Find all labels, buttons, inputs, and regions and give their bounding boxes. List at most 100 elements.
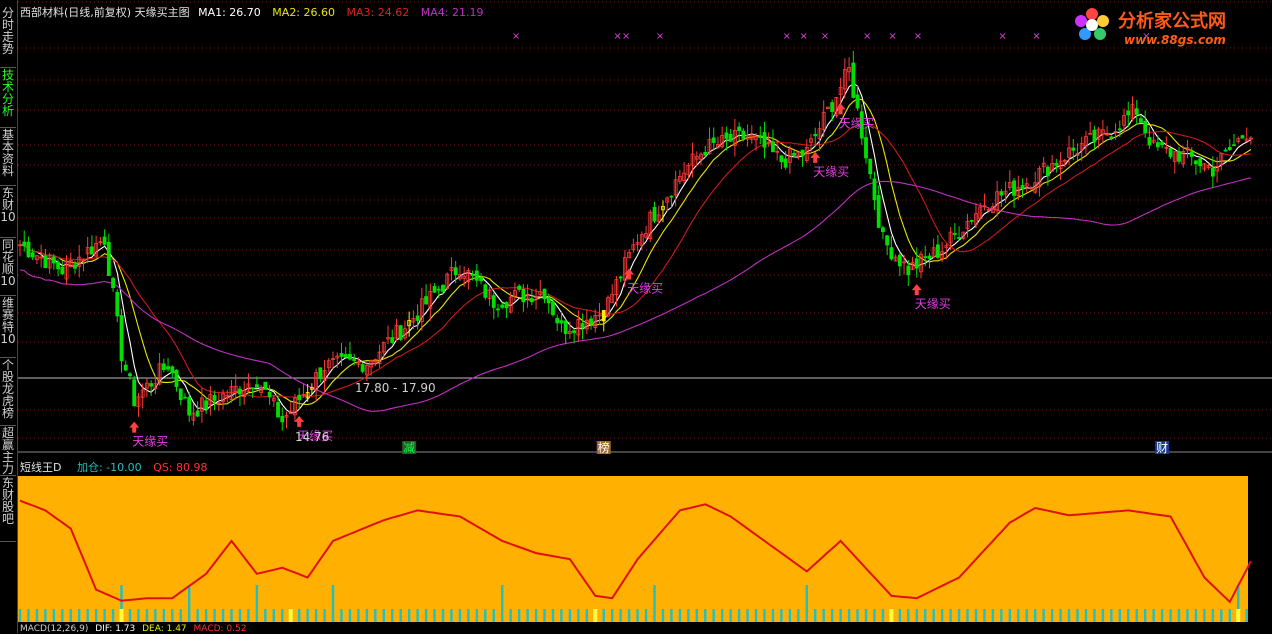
candle-body (555, 318, 560, 324)
side-tab[interactable]: 同花顺10 (0, 238, 16, 296)
oscillator-tick (1127, 609, 1130, 622)
oscillator-tick (526, 609, 529, 622)
oscillator-tick (204, 609, 208, 622)
candle-body (479, 277, 483, 282)
oscillator-tick (534, 609, 538, 622)
event-badge-label: 榜 (598, 440, 610, 455)
oscillator-tick (357, 609, 360, 622)
signal-x-mark: × (800, 31, 808, 42)
oscillator-tick (433, 609, 436, 622)
logo-name: 分析家公式网 (1118, 10, 1226, 32)
oscillator-tick (1220, 609, 1223, 622)
candle-body (813, 134, 818, 137)
candle-body (923, 256, 928, 259)
oscillator-tick (636, 609, 639, 622)
candle-body (491, 295, 496, 308)
candle-body (106, 242, 111, 276)
oscillator-tick (577, 609, 580, 622)
candle-body (957, 237, 961, 239)
oscillator-tick (1084, 609, 1088, 622)
side-tab[interactable]: 超赢主力 (0, 426, 16, 476)
side-tab[interactable]: 东财股吧 (0, 476, 16, 542)
candle-body (170, 366, 175, 374)
oscillator-tick (517, 609, 521, 622)
candle-body (1240, 135, 1245, 139)
candle-body (1054, 163, 1059, 166)
oscillator-tick (61, 609, 64, 622)
oscillator-tick (238, 609, 242, 622)
candle-body (432, 286, 437, 293)
signal-x-mark: × (888, 31, 896, 42)
candle-body (1143, 120, 1148, 133)
oscillator-signal-tick (288, 609, 293, 622)
candle-body (669, 195, 674, 198)
candle-body (1071, 147, 1076, 151)
side-tab[interactable]: 技术分析 (0, 68, 16, 128)
oscillator-tick (983, 609, 986, 622)
candle-body (1198, 158, 1203, 167)
oscillator-tick (653, 585, 656, 622)
oscillator-tick (78, 609, 81, 622)
candle-body (1126, 110, 1131, 116)
candle-body (360, 364, 365, 372)
oscillator-tick (86, 609, 89, 622)
signal-x-mark: × (998, 31, 1006, 42)
candle-body (546, 297, 551, 304)
candle-body (1177, 151, 1181, 162)
oscillator-tick (1110, 609, 1113, 622)
candle-body (1168, 148, 1173, 157)
oscillator-tick (399, 609, 402, 622)
oscillator-tick (145, 609, 149, 622)
oscillator-tick (661, 609, 665, 622)
oscillator-tick (704, 609, 707, 622)
side-tab[interactable]: 维赛特10 (0, 296, 16, 358)
signal-x-mark: × (613, 31, 621, 42)
candle-body (783, 158, 788, 168)
oscillator-signal-tick (119, 609, 124, 622)
oscillator-tick (154, 609, 157, 622)
chart-area: 天缘买 天缘买天缘买天缘买天缘买天缘买17.80 - 17.9014.76减榜财×… (18, 0, 1272, 633)
candle-body (30, 252, 35, 258)
side-tab[interactable]: 个股龙虎榜 (0, 358, 16, 426)
candle-body (111, 277, 115, 289)
side-tab[interactable]: 东财10 (0, 186, 16, 238)
candle-body (1160, 142, 1164, 146)
oscillator-signal-tick (1236, 609, 1241, 622)
oscillator-tick (272, 609, 275, 622)
candle-body (297, 394, 302, 401)
candle-body (149, 383, 154, 387)
candle-body (250, 387, 255, 390)
oscillator-tick (771, 609, 775, 622)
candle-body (563, 320, 568, 335)
candle-body (115, 291, 120, 317)
oscillator-tick (966, 609, 969, 622)
candle-body (872, 178, 877, 201)
candle-body (343, 354, 348, 358)
oscillator-tick (1017, 609, 1020, 622)
oscillator-tick (213, 609, 216, 622)
oscillator-tick (1025, 609, 1028, 622)
chart-title: 西部材料(日线,前复权) 天缘买主图 (20, 6, 190, 19)
candle-body (195, 410, 200, 417)
oscillator-tick (230, 609, 233, 622)
oscillator-tick (1186, 609, 1189, 622)
oscillator-tick (340, 609, 343, 622)
side-tab[interactable]: 基本资料 (0, 128, 16, 186)
signal-x-mark: × (863, 31, 871, 42)
oscillator-tick (687, 609, 690, 622)
oscillator-tick (1101, 609, 1105, 622)
oscillator-tick (331, 585, 335, 622)
oscillator-tick (188, 585, 191, 622)
oscillator-tick (94, 609, 98, 622)
low-price-label: 14.76 (295, 430, 329, 444)
side-tab[interactable]: 分时走势 (0, 6, 16, 68)
candle-body (254, 384, 259, 388)
candle-body (517, 285, 522, 290)
oscillator-tick (602, 609, 605, 622)
oscillator-tick (44, 609, 47, 622)
oscillator-tick (1211, 609, 1215, 622)
oscillator-tick (864, 609, 868, 622)
oscillator-tick (35, 609, 39, 622)
oscillator-tick (52, 609, 56, 622)
oscillator-tick (805, 585, 808, 622)
